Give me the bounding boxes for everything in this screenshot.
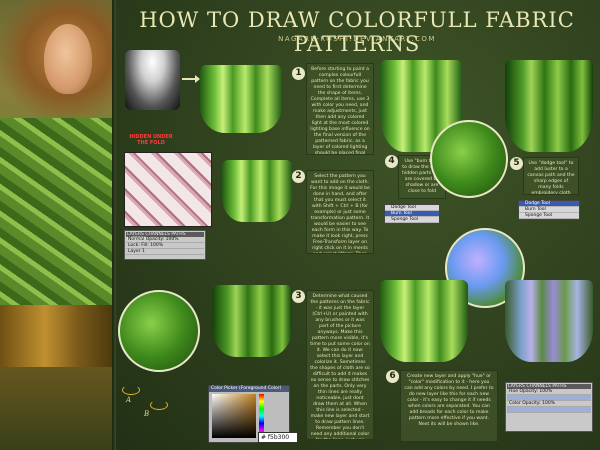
blend-mode-color-value: Color (509, 401, 521, 406)
fabric-sample-5 (505, 60, 593, 152)
tutorial-page: HOW TO DRAW COLORFULL FABRIC PATTERNS NA… (0, 0, 600, 450)
fabric-sample-6a (380, 280, 468, 362)
patterned-robe (0, 118, 112, 308)
step-text-2: Select the pattern you want to add on th… (306, 170, 374, 254)
veil-reference (125, 50, 180, 110)
tool-menu-dodge[interactable]: Dodge Tool Burn Tool Sponge Tool (518, 200, 580, 220)
opacity-label: Opacity: (145, 237, 165, 242)
blend-mode-hue-value: Hue (509, 389, 519, 394)
tool-option[interactable]: Sponge Tool (385, 217, 439, 223)
divider (112, 0, 116, 450)
tool-option[interactable]: Sponge Tool (519, 213, 579, 219)
step-number-2: 2 (292, 170, 305, 183)
layers-panel: LAYERS CHANNELS PATHS HISTORY Normal Opa… (124, 230, 206, 260)
color-field[interactable] (212, 394, 256, 438)
picker-title: Color Picker (Foreground Color) (209, 386, 289, 392)
opacity-value: 100% (165, 237, 179, 242)
detail-circle-3 (118, 290, 200, 372)
step-text-1: Before starting to paint a complex colou… (306, 63, 374, 155)
step-number-6: 6 (386, 370, 399, 383)
step-number-5: 5 (510, 157, 523, 170)
fabric-sample-3 (212, 285, 292, 357)
page-subtitle: NAGARE-KOSHI.DEVIANTART.COM (278, 35, 436, 43)
page-title: HOW TO DRAW COLORFULL FABRIC PATTERNS (139, 8, 575, 56)
mark-b: B (144, 410, 150, 418)
layers-panel-6: LAYERS CHANNELS PATHS Hue Opacity: 100% … (505, 382, 593, 432)
hex-input[interactable]: # f5b300 (258, 432, 298, 443)
layer-row[interactable]: Layer 1 (126, 249, 204, 255)
golden-sash (0, 305, 112, 367)
tool-menu-burn[interactable]: Dodge Tool Burn Tool Sponge Tool (384, 204, 440, 224)
fabric-sample-1 (200, 65, 282, 133)
step-number-1: 1 (292, 67, 305, 80)
fabric-sample-2 (222, 160, 292, 222)
arrow-1 (182, 75, 200, 83)
hidden-under-fold-label: HIDDEN UNDER THE FOLD (129, 134, 173, 146)
layer-row[interactable] (507, 407, 591, 413)
opacity-value: 100% (542, 401, 555, 406)
brush-stroke-b (150, 400, 168, 410)
face-shape (44, 24, 92, 94)
portrait-illustration (0, 0, 112, 450)
opacity-label: Opacity: (519, 389, 538, 394)
step-number-4: 4 (385, 155, 398, 168)
opacity-label: Opacity: (522, 401, 541, 406)
step-number-3: 3 (292, 290, 305, 303)
fabric-sample-6b (505, 280, 593, 362)
opacity-value: 100% (539, 389, 553, 394)
step-text-5: Use "dodge tool" to add luster to a canv… (523, 157, 579, 195)
step-text-6: Create new layer and apply "hue" or "col… (400, 370, 498, 442)
detail-circle-4 (430, 120, 508, 198)
brush-stroke-a (122, 385, 140, 395)
pattern-sample (124, 152, 212, 227)
mark-a: A (126, 396, 132, 404)
blend-mode-value: Normal (128, 237, 145, 242)
step-text-3: Determine what caused the patterns on th… (306, 290, 374, 440)
